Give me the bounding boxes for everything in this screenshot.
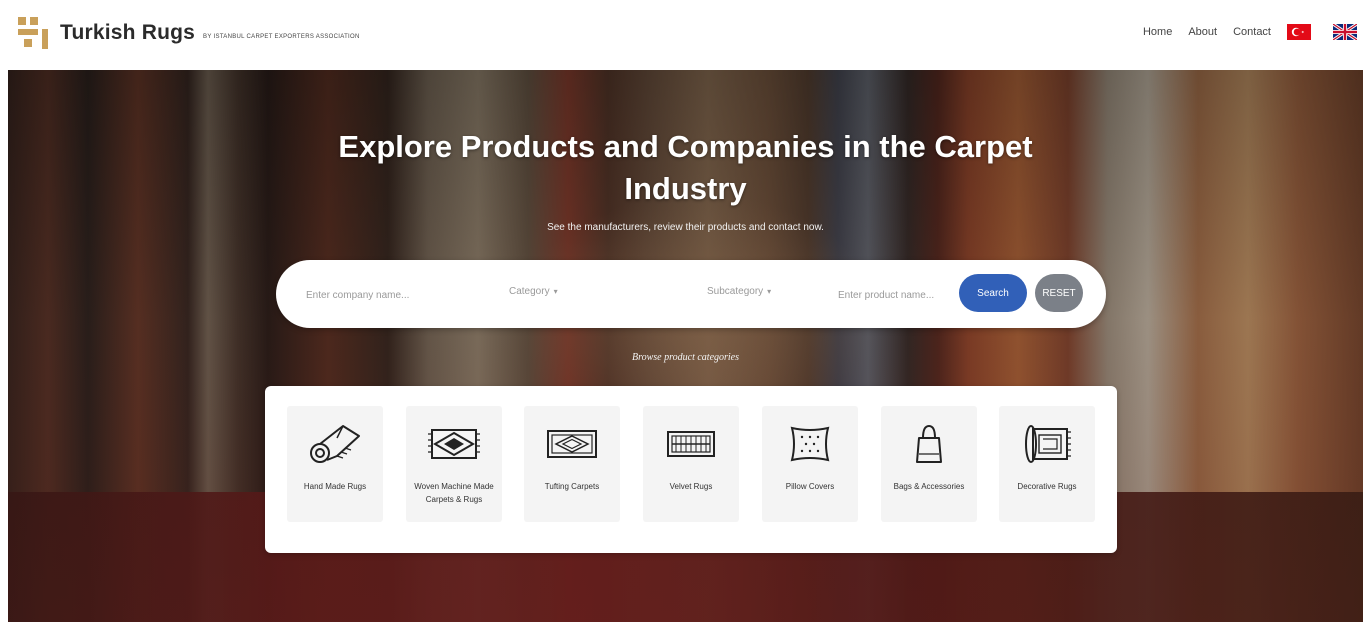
chevron-down-icon: ▾ — [767, 287, 772, 296]
velvet-rug-icon — [663, 420, 719, 468]
tufted-carpet-icon — [544, 420, 600, 468]
nav-about[interactable]: About — [1188, 26, 1217, 38]
product-name-input[interactable] — [836, 282, 958, 308]
logo-title: Turkish Rugs — [60, 21, 196, 44]
category-label: Tufting Carpets — [544, 482, 600, 491]
pillow-icon — [782, 420, 838, 468]
chevron-down-icon: ▾ — [553, 287, 558, 296]
turkey-flag-icon[interactable] — [1287, 24, 1311, 40]
uk-flag-icon[interactable] — [1333, 24, 1357, 40]
nav-contact[interactable]: Contact — [1233, 26, 1271, 38]
category-label: Bags & Accessories — [893, 482, 965, 491]
category-card-hand-made-rugs[interactable]: Hand Made Rugs — [287, 406, 383, 522]
category-card-velvet-rugs[interactable]: Velvet Rugs — [643, 406, 739, 522]
hero-subtitle: See the manufacturers, review their prod… — [547, 222, 824, 233]
reset-button[interactable]: RESET — [1035, 274, 1083, 312]
subcategory-select[interactable]: Subcategory ▾ — [707, 286, 771, 297]
crescent-icon — [1291, 27, 1304, 37]
site-logo[interactable]: Turkish Rugs BY ISTANBUL CARPET EXPORTER… — [18, 17, 360, 49]
category-card-bags-accessories[interactable]: Bags & Accessories — [881, 406, 977, 522]
subcategory-select-label: Subcategory — [707, 286, 764, 297]
category-card-woven-machine-made[interactable]: Woven Machine Made Carpets & Rugs — [406, 406, 502, 522]
decorative-rug-icon — [1019, 420, 1075, 468]
hero-title-line1: Explore Products and Companies in the Ca… — [338, 129, 1033, 164]
category-label: Hand Made Rugs — [303, 482, 367, 491]
category-select-label: Category — [509, 286, 550, 297]
category-label: Velvet Rugs — [669, 482, 713, 491]
site-header: Turkish Rugs BY ISTANBUL CARPET EXPORTER… — [0, 0, 1371, 70]
category-label: Decorative Rugs — [1017, 482, 1077, 491]
bag-icon — [901, 420, 957, 468]
main-nav: Home About Contact — [1143, 24, 1357, 40]
category-select[interactable]: Category ▾ — [509, 286, 558, 297]
rolled-rug-icon — [307, 420, 363, 468]
category-label: Pillow Covers — [785, 482, 835, 491]
hero-title-line2: Industry — [624, 171, 747, 206]
company-name-input[interactable] — [304, 282, 478, 308]
category-card-decorative-rugs[interactable]: Decorative Rugs — [999, 406, 1095, 522]
category-card-pillow-covers[interactable]: Pillow Covers — [762, 406, 858, 522]
hero-title: Explore Products and Companies in the Ca… — [8, 126, 1363, 210]
category-card-tufting-carpets[interactable]: Tufting Carpets — [524, 406, 620, 522]
category-panel: Hand Made Rugs Woven Machine Made Carpet… — [265, 386, 1117, 553]
hero-banner: Explore Products and Companies in the Ca… — [8, 70, 1363, 622]
search-bar: Category▾ Subcategory▾ Search RESET — [276, 260, 1106, 328]
logo-mark-icon — [18, 17, 48, 49]
category-label: Woven Machine Made Carpets & Rugs — [414, 482, 494, 504]
diamond-rug-icon — [426, 420, 482, 468]
search-button[interactable]: Search — [959, 274, 1027, 312]
logo-subtitle: BY ISTANBUL CARPET EXPORTERS ASSOCIATION — [203, 34, 360, 40]
nav-home[interactable]: Home — [1143, 26, 1172, 38]
browse-categories-label: Browse product categories — [631, 352, 740, 363]
